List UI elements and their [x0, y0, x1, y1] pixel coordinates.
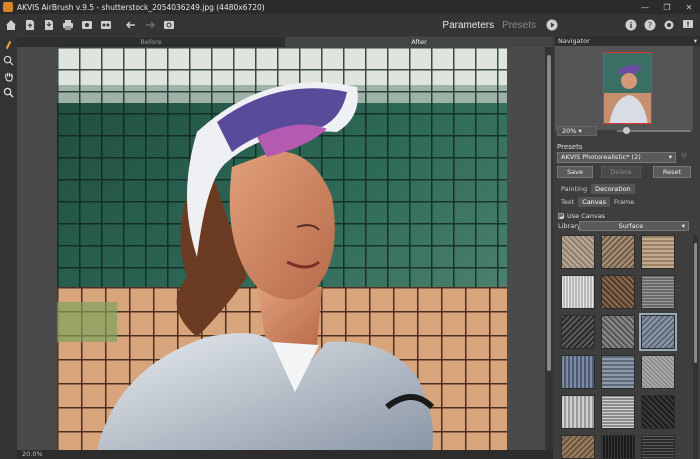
texture-swatch[interactable]	[601, 395, 635, 429]
tab-before[interactable]: Before	[17, 37, 285, 47]
decoration-tabs: Text Canvas Frame	[557, 197, 638, 207]
navigator-title: Navigator	[558, 37, 590, 45]
tab-text[interactable]: Text	[557, 197, 578, 207]
navigator-preview[interactable]	[555, 46, 693, 130]
settings-tabs: Painting Decoration	[557, 184, 635, 194]
texture-swatch[interactable]	[561, 315, 595, 349]
tab-canvas[interactable]: Canvas	[578, 197, 611, 207]
navigator-thumbnail	[603, 52, 652, 124]
stroke-tool-icon[interactable]	[0, 52, 17, 68]
texture-swatch[interactable]	[561, 395, 595, 429]
settings-panel: Navigator ▾ 20% ▾ Presets AKVIS Photorea…	[555, 36, 700, 459]
tab-frame[interactable]: Frame	[610, 197, 638, 207]
canvas-vertical-scrollbar[interactable]	[545, 47, 553, 450]
notifications-icon[interactable]	[680, 17, 696, 33]
zoom-select[interactable]: 20% ▾	[557, 126, 597, 136]
tab-painting[interactable]: Painting	[557, 184, 591, 194]
run-icon[interactable]	[544, 17, 560, 33]
texture-swatch[interactable]	[561, 275, 595, 309]
before-after-switch: Before After	[17, 37, 553, 47]
zoom-row: 20% ▾	[557, 125, 693, 137]
texture-swatch[interactable]	[561, 235, 595, 269]
save-preset-button[interactable]: Save	[557, 166, 593, 178]
delete-preset-button: Delete	[601, 166, 641, 178]
texture-swatch[interactable]	[641, 395, 675, 429]
maximize-button[interactable]: ❐	[656, 0, 678, 14]
texture-swatch[interactable]	[641, 235, 675, 269]
presets-label: Presets	[557, 143, 583, 151]
texture-swatch[interactable]	[601, 275, 635, 309]
tab-presets[interactable]: Presets	[502, 20, 536, 31]
texture-swatch[interactable]	[601, 355, 635, 389]
airbrush-tool-icon[interactable]	[0, 36, 17, 52]
toolbar: Parameters Presets ?	[0, 14, 700, 36]
app-logo-icon	[3, 2, 13, 12]
status-bar: 20.0%	[17, 450, 553, 459]
texture-swatch[interactable]	[641, 355, 675, 389]
texture-swatch[interactable]	[641, 435, 675, 459]
navigator-header: Navigator ▾	[555, 36, 700, 46]
undo-icon[interactable]	[123, 17, 139, 33]
tool-strip	[0, 36, 17, 459]
library-select[interactable]: Surface ▾	[579, 221, 689, 231]
home-icon[interactable]	[3, 17, 19, 33]
use-canvas-row: Use Canvas	[558, 212, 605, 220]
use-canvas-label: Use Canvas	[567, 212, 606, 220]
texture-swatch[interactable]	[561, 435, 595, 459]
help-icon[interactable]: ?	[642, 17, 658, 33]
zoom-tool-icon[interactable]	[0, 84, 17, 100]
collapse-icon[interactable]: ▾	[694, 37, 697, 45]
tab-parameters[interactable]: Parameters	[442, 20, 494, 31]
painted-photo	[57, 47, 507, 450]
texture-swatch[interactable]	[601, 315, 635, 349]
save-file-icon[interactable]	[41, 17, 57, 33]
info-icon[interactable]	[623, 17, 639, 33]
texture-swatch[interactable]	[561, 355, 595, 389]
use-canvas-checkbox[interactable]	[558, 213, 565, 220]
title-bar: AKVIS AirBrush v.9.5 - shutterstock_2054…	[0, 0, 700, 14]
minimize-button[interactable]: —	[634, 0, 656, 14]
print-icon[interactable]	[60, 17, 76, 33]
zoom-slider[interactable]	[617, 127, 691, 134]
zoom-status: 20.0%	[22, 450, 43, 458]
preview-icon[interactable]	[161, 17, 177, 33]
reset-preset-button[interactable]: Reset	[653, 166, 691, 178]
texture-swatch[interactable]	[601, 435, 635, 459]
library-label: Library	[558, 222, 581, 230]
app-window: AKVIS AirBrush v.9.5 - shutterstock_2054…	[0, 0, 700, 459]
texture-swatch-selected[interactable]	[639, 313, 677, 351]
share-icon[interactable]	[79, 17, 95, 33]
batch-icon[interactable]	[98, 17, 114, 33]
texture-swatch[interactable]	[641, 275, 675, 309]
close-button[interactable]: ✕	[678, 0, 700, 14]
settings-gear-icon[interactable]	[661, 17, 677, 33]
open-file-icon[interactable]	[22, 17, 38, 33]
svg-text:?: ?	[648, 21, 652, 30]
texture-swatch[interactable]	[601, 235, 635, 269]
zoom-slider-handle[interactable]	[623, 127, 630, 134]
texture-scrollbar[interactable]	[693, 235, 698, 459]
preset-select[interactable]: AKVIS Photorealistic* (2) ▾	[557, 152, 676, 163]
window-title: AKVIS AirBrush v.9.5 - shutterstock_2054…	[17, 2, 265, 12]
redo-icon	[142, 17, 158, 33]
tab-after[interactable]: After	[285, 37, 553, 47]
hand-tool-icon[interactable]	[0, 68, 17, 84]
favorite-heart-icon[interactable]: ♥	[680, 152, 688, 162]
tab-decoration[interactable]: Decoration	[591, 184, 635, 194]
image-canvas[interactable]	[17, 47, 545, 450]
